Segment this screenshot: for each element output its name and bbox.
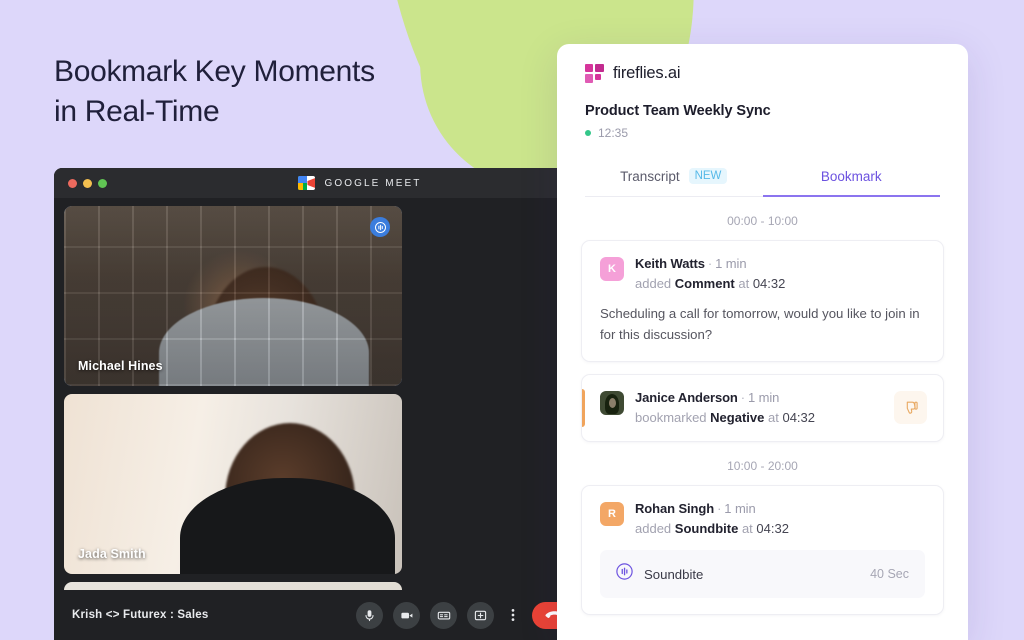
panel-header: fireflies.ai Product Team Weekly Sync 12… xyxy=(557,44,968,197)
bookmark-timestamp: 04:32 xyxy=(782,410,816,425)
headline-line-1: Bookmark Key Moments xyxy=(54,55,375,88)
bookmark-action-type: Negative xyxy=(710,410,765,425)
present-screen-icon[interactable] xyxy=(467,601,494,629)
bookmark-author-line: Keith Watts · 1 min xyxy=(635,256,747,271)
participant-tile-jada-smith[interactable]: Jada Smith xyxy=(64,394,402,574)
bookmark-card-negative[interactable]: Janice Anderson · 1 min bookmarked Negativ… xyxy=(581,374,944,442)
bookmark-card-header: K Keith Watts · 1 min added Comment at 04:… xyxy=(600,256,925,291)
panel-meeting-title: Product Team Weekly Sync xyxy=(585,103,771,119)
meet-session-title: Krish <> Futurex : Sales xyxy=(72,609,209,621)
panel-meeting-meta: 12:35 xyxy=(585,126,940,140)
fireflies-logo: fireflies.ai xyxy=(585,64,940,83)
bookmark-action-verb: added xyxy=(635,521,672,536)
bookmark-list[interactable]: 00:00 - 10:00 K Keith Watts · 1 min added … xyxy=(557,197,968,634)
participant-name: Jada Smith xyxy=(78,547,146,561)
bookmark-age: 1 min xyxy=(715,256,747,271)
bookmark-comment-body: Scheduling a call for tomorrow, would yo… xyxy=(600,306,920,342)
panel-meeting-time: 12:35 xyxy=(598,126,629,140)
soundbite-duration: 40 Sec xyxy=(870,567,909,581)
bookmark-action-type: Soundbite xyxy=(674,521,739,536)
tab-bookmark-label: Bookmark xyxy=(820,168,882,184)
soundbite-icon xyxy=(616,563,633,585)
live-status-icon xyxy=(585,130,591,136)
panel-tabs: Transcript NEW Bookmark xyxy=(585,155,940,197)
google-meet-icon xyxy=(298,176,316,190)
participant-name: Michael Hines xyxy=(78,359,163,373)
bookmark-author-line: Rohan Singh · 1 min xyxy=(635,501,756,516)
avatar xyxy=(600,391,624,415)
bookmark-action-verb: bookmarked xyxy=(635,410,707,425)
time-range-separator: 10:00 - 20:00 xyxy=(727,459,798,473)
bookmark-action-type: Comment xyxy=(674,276,735,291)
captions-icon[interactable] xyxy=(430,601,457,629)
bookmark-action-line: added Soundbite at 04:32 xyxy=(635,521,925,536)
participant-tile-michael-hines[interactable]: Michael Hines xyxy=(64,206,402,386)
bookmark-at-label: at xyxy=(738,276,750,291)
tab-transcript-label: Transcript xyxy=(620,168,680,184)
bookmark-age: 1 min xyxy=(724,501,756,516)
bookmark-card-soundbite[interactable]: R Rohan Singh · 1 min added Soundbite at 0… xyxy=(581,485,944,615)
google-meet-brand-label: GOOGLE MEET xyxy=(324,177,422,189)
fireflies-logo-icon xyxy=(585,64,604,83)
avatar: K xyxy=(600,257,624,281)
bookmark-author: Keith Watts xyxy=(635,256,705,271)
more-options-icon[interactable] xyxy=(504,602,522,629)
bookmark-action-line: added Comment at 04:32 xyxy=(635,276,925,291)
bookmark-age: 1 min xyxy=(748,390,780,405)
bookmark-action-line: bookmarked Negative at 04:32 xyxy=(635,410,925,425)
fireflies-logo-label: fireflies.ai xyxy=(613,64,681,82)
bookmark-action-verb: added xyxy=(635,276,672,291)
bookmark-at-label: at xyxy=(741,521,753,536)
bookmark-card-header: R Rohan Singh · 1 min added Soundbite at 0… xyxy=(600,501,925,536)
bookmark-author: Rohan Singh xyxy=(635,501,715,516)
tab-transcript[interactable]: Transcript NEW xyxy=(585,155,763,196)
soundbite-label: Soundbite xyxy=(644,566,704,582)
bookmark-timestamp: 04:32 xyxy=(752,276,786,291)
bookmark-timestamp: 04:32 xyxy=(756,521,789,536)
microphone-icon[interactable] xyxy=(356,601,383,629)
soundbite-badge-icon[interactable] xyxy=(370,217,390,237)
screenshot-root: Bookmark Key Moments in Real-Time GOOGLE… xyxy=(0,0,1024,640)
bookmark-at-label: at xyxy=(768,410,779,425)
card-accent-bar xyxy=(582,389,585,427)
headline-line-2: in Real-Time xyxy=(54,95,220,128)
tab-transcript-new-badge: NEW xyxy=(688,168,728,184)
avatar: R xyxy=(600,502,624,526)
bookmark-card-comment[interactable]: K Keith Watts · 1 min added Comment at 04:… xyxy=(581,240,944,362)
fireflies-panel: fireflies.ai Product Team Weekly Sync 12… xyxy=(557,44,968,640)
camera-icon[interactable] xyxy=(393,601,420,629)
bookmark-author: Janice Anderson xyxy=(635,390,738,405)
time-range-separator: 00:00 - 10:00 xyxy=(727,214,798,228)
tab-bookmark[interactable]: Bookmark xyxy=(762,155,941,197)
bookmark-card-header: Janice Anderson · 1 min bookmarked Negativ… xyxy=(600,390,925,425)
thumbs-down-icon[interactable] xyxy=(894,391,927,424)
bookmark-author-line: Janice Anderson · 1 min xyxy=(635,390,780,405)
soundbite-player[interactable]: Soundbite 40 Sec xyxy=(600,550,925,598)
page-title: Bookmark Key Moments in Real-Time xyxy=(54,52,514,132)
